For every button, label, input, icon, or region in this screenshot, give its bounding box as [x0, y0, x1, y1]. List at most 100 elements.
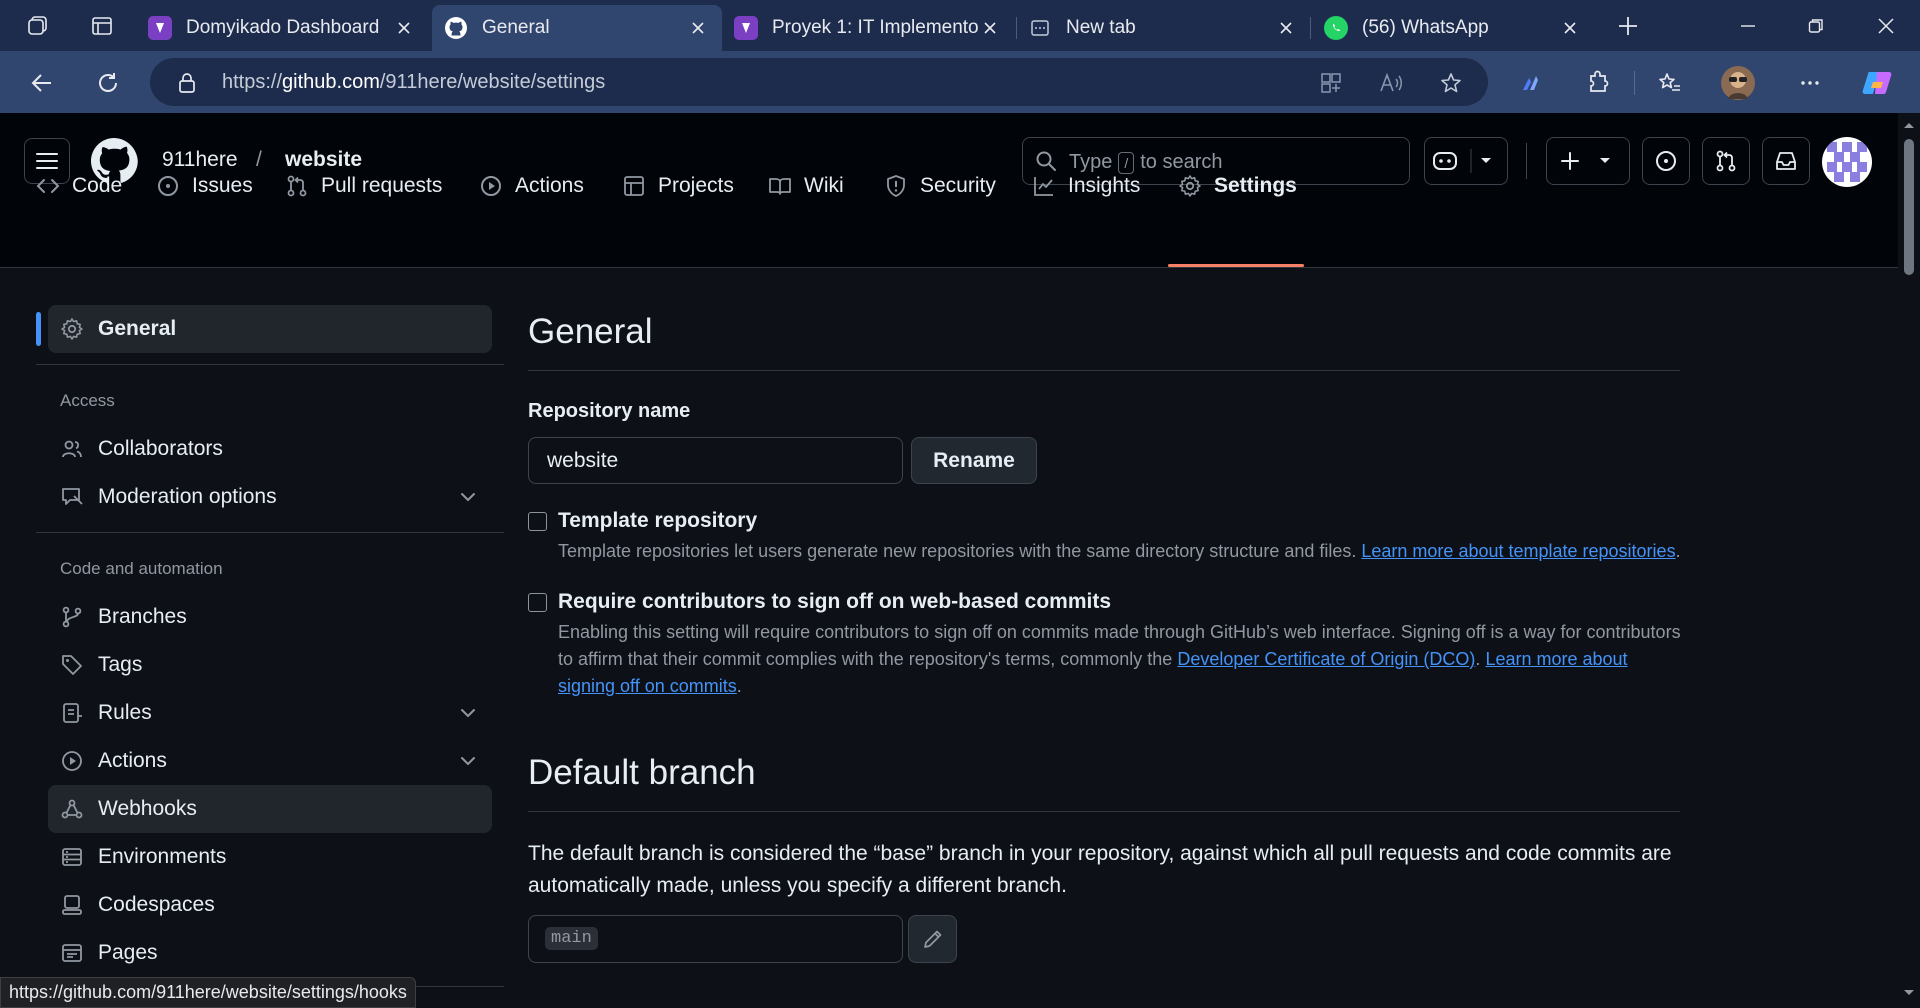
scroll-down-arrow-icon[interactable]: [1898, 985, 1920, 1001]
copilot-dev-icon[interactable]: [1512, 63, 1552, 103]
close-icon[interactable]: [686, 16, 710, 40]
edit-branch-button[interactable]: [908, 915, 957, 963]
browser-page-icon: [60, 941, 84, 965]
toolbar-separator: [1634, 71, 1635, 95]
close-icon[interactable]: [978, 16, 1002, 40]
template-repository-checkbox[interactable]: [528, 512, 547, 531]
tab-title: New tab: [1066, 17, 1136, 38]
signoff-checkbox[interactable]: [528, 593, 547, 612]
more-options-icon[interactable]: [1790, 63, 1830, 103]
tab-settings[interactable]: Settings: [1178, 164, 1297, 208]
sidebar-item-collaborators[interactable]: Collaborators: [48, 425, 492, 473]
sidebar-item-label: Webhooks: [98, 797, 197, 820]
sidebar-item-environments[interactable]: Environments: [48, 833, 492, 881]
table-icon: [622, 174, 646, 198]
tab-title: (56) WhatsApp: [1362, 17, 1489, 38]
sidebar-item-webhooks[interactable]: Webhooks: [48, 785, 492, 833]
app-available-icon[interactable]: [1318, 70, 1344, 96]
sidebar-item-label: Moderation options: [98, 485, 277, 508]
page-scrollbar[interactable]: [1898, 113, 1920, 1008]
sidebar-item-codespaces[interactable]: Codespaces: [48, 881, 492, 929]
sidebar-item-actions[interactable]: Actions: [48, 737, 492, 785]
signoff-title: Require contributors to sign off on web-…: [558, 590, 1112, 613]
server-icon: [60, 845, 84, 869]
tab-pull-requests[interactable]: Pull requests: [285, 164, 442, 208]
chevron-down-icon[interactable]: [458, 487, 478, 507]
comment-icon: [60, 485, 84, 509]
path-separator: /: [256, 148, 262, 171]
new-tab-icon: [1028, 16, 1052, 40]
copilot-icon[interactable]: [1858, 63, 1898, 103]
tab-security[interactable]: Security: [884, 164, 996, 208]
read-aloud-icon[interactable]: [1378, 70, 1404, 96]
sidebar-item-moderation[interactable]: Moderation options: [48, 473, 492, 521]
pencil-icon: [922, 928, 944, 950]
browser-tab-active[interactable]: General: [432, 5, 722, 51]
repo-name-label: Repository name: [528, 400, 691, 422]
sidebar-item-label: Environments: [98, 845, 227, 868]
lock-icon[interactable]: [174, 70, 200, 96]
extensions-icon[interactable]: [1578, 63, 1618, 103]
people-icon: [60, 437, 84, 461]
sidebar-divider: [36, 532, 504, 533]
close-icon[interactable]: [1558, 16, 1582, 40]
refresh-icon[interactable]: [88, 63, 128, 103]
tab-issues[interactable]: Issues: [156, 164, 253, 208]
tab-wiki[interactable]: Wiki: [768, 164, 844, 208]
chevron-down-icon[interactable]: [458, 703, 478, 723]
sidebar-item-rules[interactable]: Rules: [48, 689, 492, 737]
scroll-thumb[interactable]: [1904, 139, 1914, 275]
close-icon[interactable]: [392, 16, 416, 40]
default-branch-heading: Default branch: [528, 753, 756, 792]
sidebar-item-label: Pages: [98, 941, 158, 964]
sidebar-item-branches[interactable]: Branches: [48, 593, 492, 641]
pull-requests-icon[interactable]: [1702, 137, 1750, 185]
restore-icon[interactable]: [1796, 8, 1836, 44]
tab-insights[interactable]: Insights: [1032, 164, 1140, 208]
template-repository-title: Template repository: [558, 509, 758, 532]
browser-tab[interactable]: Domyikado Dashboard: [136, 5, 428, 51]
create-new-button[interactable]: [1546, 137, 1630, 185]
browser-tab[interactable]: (56) WhatsApp: [1312, 5, 1594, 51]
tab-actions[interactable]: Actions: [479, 164, 584, 208]
issues-icon[interactable]: [1642, 137, 1690, 185]
sidebar-item-pages[interactable]: Pages: [48, 929, 492, 977]
scroll-up-arrow-icon[interactable]: [1898, 117, 1920, 133]
inbox-icon[interactable]: [1762, 137, 1810, 185]
purple-app-icon: [148, 16, 172, 40]
rename-button[interactable]: Rename: [911, 437, 1037, 484]
header-divider: [1526, 143, 1527, 179]
chevron-down-icon[interactable]: [458, 751, 478, 771]
page-title: General: [528, 312, 653, 351]
dco-link[interactable]: Developer Certificate of Origin (DCO): [1177, 649, 1475, 669]
tab-projects[interactable]: Projects: [622, 164, 734, 208]
vertical-tabs-icon[interactable]: [86, 10, 118, 42]
close-icon[interactable]: [1274, 16, 1298, 40]
avatar[interactable]: [1822, 137, 1872, 187]
minimize-icon[interactable]: [1728, 8, 1768, 44]
purple-app-icon: [734, 16, 758, 40]
sidebar-item-general[interactable]: General: [48, 305, 492, 353]
browser-toolbar: https://github.com/911here/website/setti…: [0, 51, 1920, 113]
browser-tab-strip: Domyikado Dashboard General Proyek 1: IT…: [0, 0, 1920, 51]
tab-code[interactable]: Code: [36, 164, 122, 208]
template-learn-more-link[interactable]: Learn more about template repositories: [1361, 541, 1675, 561]
address-bar[interactable]: https://github.com/911here/website/setti…: [150, 58, 1488, 106]
browser-tab[interactable]: Proyek 1: IT Implementor: [722, 5, 1014, 51]
webhook-icon: [60, 797, 84, 821]
sidebar-item-label: Collaborators: [98, 437, 223, 460]
back-arrow-icon[interactable]: [22, 63, 62, 103]
favorites-icon[interactable]: [1650, 63, 1690, 103]
close-window-icon[interactable]: [1866, 8, 1906, 44]
sidebar-item-tags[interactable]: Tags: [48, 641, 492, 689]
repo-name-input[interactable]: website: [528, 437, 903, 484]
workspaces-icon[interactable]: [22, 10, 54, 42]
issue-icon: [156, 174, 180, 198]
favorite-star-icon[interactable]: [1438, 70, 1464, 96]
browser-tab[interactable]: New tab: [1016, 5, 1310, 51]
copilot-menu-button[interactable]: [1424, 137, 1508, 185]
sidebar-item-label: Actions: [98, 749, 167, 772]
new-tab-button[interactable]: [1612, 10, 1644, 42]
profile-avatar[interactable]: [1718, 63, 1758, 103]
sidebar-heading-access: Access: [60, 391, 115, 410]
